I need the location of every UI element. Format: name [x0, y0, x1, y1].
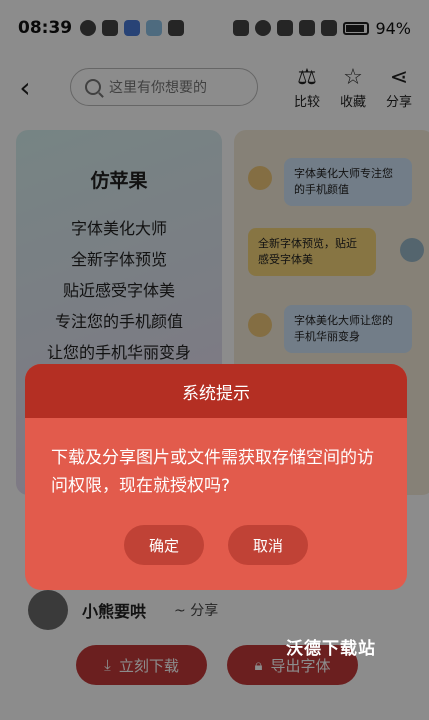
confirm-button[interactable]: 确定 [124, 525, 204, 565]
cancel-button[interactable]: 取消 [228, 525, 308, 565]
permission-dialog: 系统提示 下载及分享图片或文件需获取存储空间的访问权限，现在就授权吗? 确定 取… [25, 364, 407, 590]
watermark: 沃德下载站 [286, 639, 376, 659]
dialog-buttons: 确定 取消 [25, 525, 407, 565]
dialog-message: 下载及分享图片或文件需获取存储空间的访问权限，现在就授权吗? [51, 448, 374, 496]
modal-overlay[interactable] [0, 0, 429, 720]
dialog-title: 系统提示 [25, 364, 407, 418]
